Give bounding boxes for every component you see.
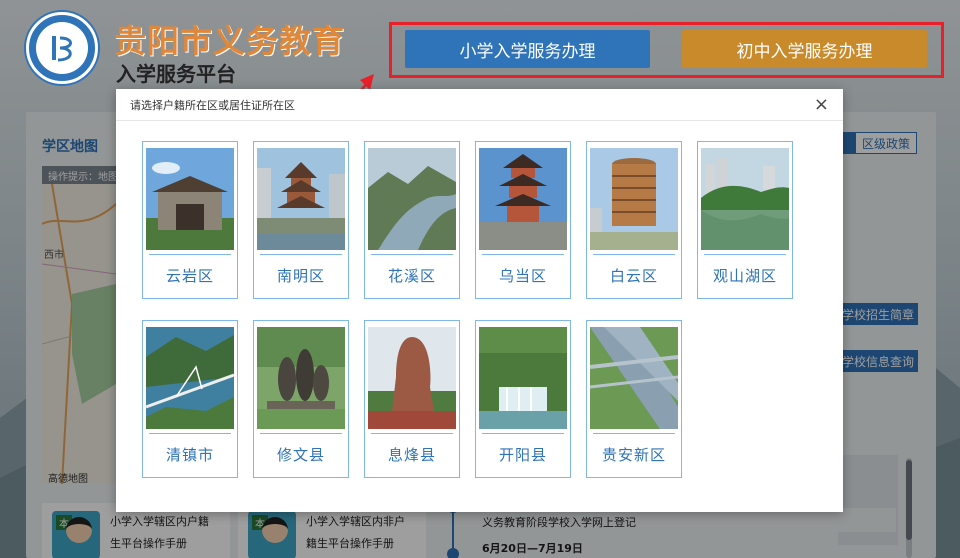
district-card-guian[interactable]: 贵安新区 (586, 320, 682, 478)
district-card-qingzhen[interactable]: 清镇市 (142, 320, 238, 478)
district-photo (701, 148, 789, 250)
site-header: 贵阳市义务教育 入学服务平台 小学入学服务办理 初中入学服务办理 (0, 0, 960, 88)
district-name: 贵安新区 (601, 446, 666, 464)
district-name: 息烽县 (387, 446, 436, 464)
dialog-header: 请选择户籍所在区或居住证所在区 × (116, 89, 843, 121)
district-name: 开阳县 (498, 446, 547, 464)
district-name: 观山湖区 (712, 267, 777, 285)
district-photo (479, 327, 567, 429)
district-photo (479, 148, 567, 250)
district-card-baiyun[interactable]: 白云区 (586, 141, 682, 299)
district-photo (146, 327, 234, 429)
district-name: 修文县 (276, 446, 325, 464)
district-photo (368, 148, 456, 250)
district-photo (368, 327, 456, 429)
site-subtitle: 入学服务平台 (116, 62, 236, 86)
district-photo (590, 327, 678, 429)
district-card-xiuwen[interactable]: 修文县 (253, 320, 349, 478)
district-name: 白云区 (609, 267, 658, 285)
district-name: 乌当区 (498, 267, 547, 285)
service-buttons-highlight: 小学入学服务办理 初中入学服务办理 (389, 22, 944, 78)
district-name: 花溪区 (387, 267, 436, 285)
district-name: 南明区 (276, 267, 325, 285)
district-card-nanming[interactable]: 南明区 (253, 141, 349, 299)
district-name: 云岩区 (165, 267, 214, 285)
district-card-guanshanhu[interactable]: 观山湖区 (697, 141, 793, 299)
district-photo (146, 148, 234, 250)
education-logo-icon (52, 36, 72, 62)
primary-school-service-button[interactable]: 小学入学服务办理 (405, 30, 650, 68)
site-logo (26, 12, 98, 84)
district-card-yunyan[interactable]: 云岩区 (142, 141, 238, 299)
district-photo (257, 327, 345, 429)
site-title: 贵阳市义务教育 (114, 22, 346, 60)
district-select-dialog: 请选择户籍所在区或居住证所在区 × 云岩区 南明区 花溪区 乌当区 白云区 观山… (116, 89, 843, 512)
district-photo (257, 148, 345, 250)
district-card-wudang[interactable]: 乌当区 (475, 141, 571, 299)
district-grid: 云岩区 南明区 花溪区 乌当区 白云区 观山湖区 清镇市 修文县 息烽县 开阳县… (116, 121, 843, 512)
middle-school-service-button[interactable]: 初中入学服务办理 (682, 30, 927, 68)
district-card-kaiyang[interactable]: 开阳县 (475, 320, 571, 478)
close-icon[interactable]: × (814, 95, 829, 114)
district-card-xifeng[interactable]: 息烽县 (364, 320, 460, 478)
district-card-huaxi[interactable]: 花溪区 (364, 141, 460, 299)
district-photo (590, 148, 678, 250)
dialog-title: 请选择户籍所在区或居住证所在区 (130, 98, 295, 112)
district-name: 清镇市 (165, 446, 214, 464)
